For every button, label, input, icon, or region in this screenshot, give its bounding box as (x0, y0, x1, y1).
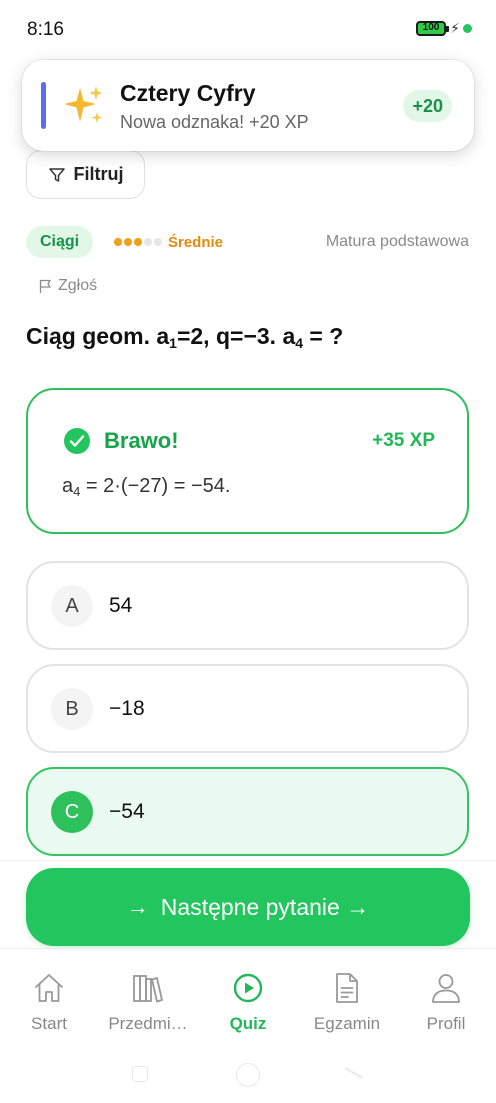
back-icon[interactable] (344, 1067, 364, 1079)
document-icon (336, 973, 358, 1003)
question-text: Ciąg geom. a1=2, q=−3. a4 = ? (26, 323, 343, 351)
toast-subtitle: Nowa odznaka! +20 XP (120, 112, 309, 132)
exam-level-label: Matura podstawowa (325, 233, 469, 250)
difficulty-dot (144, 238, 152, 246)
difficulty-dots (114, 238, 162, 246)
question-meta: Ciągi Średnie Matura podstawowa (26, 226, 469, 258)
tab-quiz[interactable]: Quiz (200, 971, 296, 1034)
feedback-title: Brawo! (104, 428, 179, 453)
question-prefix: Ciąg geom. a (26, 323, 170, 349)
answer-option-b[interactable]: B −18 (26, 664, 469, 753)
option-letter: C (51, 791, 93, 833)
difficulty-dot (134, 238, 142, 246)
system-nav-bar (0, 1058, 496, 1094)
option-text: 54 (109, 594, 133, 617)
battery-level: 100 (422, 22, 440, 33)
topic-tag: Ciągi (26, 226, 94, 258)
check-circle-icon (64, 428, 90, 454)
home-nav-icon[interactable] (236, 1063, 260, 1087)
home-icon (35, 974, 63, 1002)
next-question-label: Następne pytanie → (160, 893, 370, 920)
status-dot-icon (463, 24, 472, 33)
battery-icon: 100 (416, 21, 449, 36)
feedback-card: Brawo! +35 XP a4 = 2·(−27) = −54. (26, 388, 469, 534)
tab-label: Start (31, 1014, 67, 1033)
option-text: −54 (109, 800, 145, 823)
report-label: Zgłoś (58, 277, 98, 294)
answer-option-c[interactable]: C −54 (26, 767, 469, 856)
answer-option-a[interactable]: A 54 (26, 561, 469, 650)
user-icon (432, 974, 460, 1003)
question-sub1: 1 (169, 335, 177, 351)
filter-button[interactable]: Filtruj (26, 150, 145, 199)
report-button[interactable]: Zgłoś (38, 277, 97, 295)
tab-label: Przedmi… (108, 1014, 188, 1033)
toast-title: Cztery Cyfry (120, 80, 256, 106)
tab-label: Quiz (229, 1014, 267, 1033)
question-suffix: = ? (303, 323, 344, 349)
books-icon (133, 975, 163, 1003)
question-middle: =2, q=−3. a (176, 323, 296, 349)
difficulty-label: Średnie (168, 233, 224, 251)
next-question-button[interactable]: → Następne pytanie → (26, 868, 470, 946)
option-letter: B (51, 688, 93, 730)
bottom-tab-bar: Start Przedmi… Quiz Egzamin Profil (0, 948, 496, 1048)
difficulty-indicator: Średnie (114, 226, 223, 258)
filter-icon (48, 167, 65, 182)
feedback-xp: +35 XP (372, 430, 435, 451)
charging-icon: ⚡ (450, 20, 460, 36)
tab-egzamin[interactable]: Egzamin (299, 971, 395, 1034)
tab-start[interactable]: Start (1, 971, 97, 1034)
feedback-explanation: a4 = 2·(−27) = −54. (62, 475, 230, 499)
feedback-text-suffix: = 2·(−27) = −54. (80, 475, 231, 497)
badge-toast[interactable]: Cztery Cyfry Nowa odznaka! +20 XP +20 (22, 60, 474, 151)
feedback-text-prefix: a (62, 475, 74, 497)
difficulty-dot (124, 238, 132, 246)
tab-profil[interactable]: Profil (398, 971, 494, 1034)
difficulty-dot (154, 238, 162, 246)
option-text: −18 (109, 697, 145, 720)
question-sub2: 4 (295, 335, 304, 351)
status-time: 8:16 (27, 19, 64, 40)
recents-icon[interactable] (132, 1066, 148, 1082)
status-bar: 8:16 100 ⚡ (0, 0, 496, 58)
flag-icon (39, 279, 51, 293)
sparkles-icon (64, 86, 103, 123)
option-letter: A (51, 585, 93, 627)
play-circle-icon (233, 973, 263, 1003)
toast-xp-badge: +20 (403, 90, 452, 122)
tab-label: Egzamin (313, 1014, 381, 1033)
tab-label: Profil (426, 1014, 466, 1033)
arrow-right-icon: → (126, 894, 149, 919)
filter-label: Filtruj (73, 164, 124, 184)
difficulty-dot (114, 238, 122, 246)
toast-accent-bar (41, 82, 46, 129)
tab-przedmioty[interactable]: Przedmi… (100, 971, 196, 1034)
